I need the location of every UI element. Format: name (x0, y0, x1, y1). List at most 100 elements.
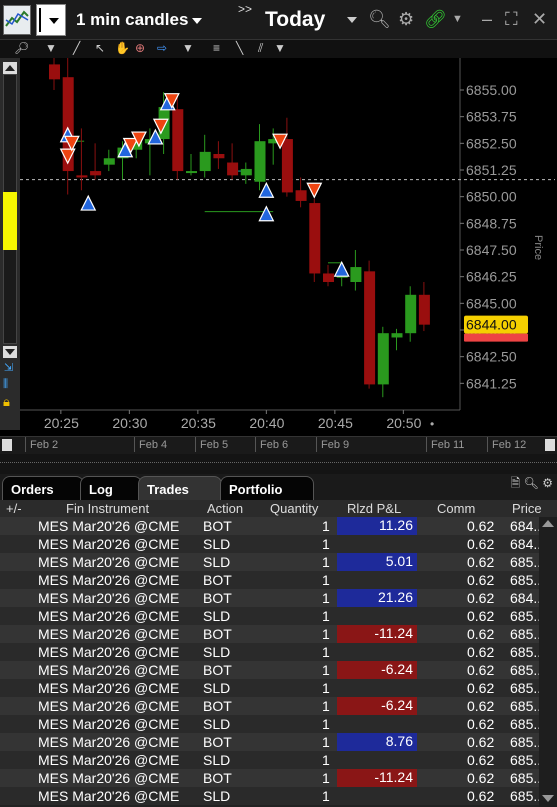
table-row[interactable]: MES Mar20'26 @CME SLD 1 0.62 685... (0, 787, 557, 805)
chevron-down-icon[interactable]: ▼ (45, 41, 57, 55)
tab-trades[interactable]: Trades (138, 476, 222, 500)
table-row[interactable]: MES Mar20'26 @CME BOT 1 -6.24 0.62 685... (0, 697, 557, 715)
gear-icon[interactable]: ⚙ (542, 476, 553, 490)
date-navigator[interactable]: Feb 2 Feb 4 Feb 5 Feb 6 Feb 9 Feb 11 Feb… (0, 436, 557, 454)
scroll-down-button[interactable] (3, 346, 17, 358)
cell-instrument: MES Mar20'26 @CME (38, 590, 180, 606)
cell-action: SLD (203, 644, 231, 660)
scroll-right-button[interactable] (545, 439, 555, 451)
cell-commission: 0.62 (467, 752, 495, 768)
pointer-tool-icon[interactable]: ↖ (95, 41, 105, 55)
chevron-down-icon (192, 17, 203, 24)
table-row[interactable]: MES Mar20'26 @CME SLD 1 0.62 685... (0, 751, 557, 769)
cell-action: BOT (203, 698, 232, 714)
cell-realized-pnl: 5.01 (337, 553, 417, 571)
maximize-icon[interactable]: ⛶ (505, 9, 518, 30)
cell-commission: 0.62 (467, 572, 495, 588)
trendline-icon[interactable]: ╲ (236, 41, 243, 55)
cell-quantity: 1 (322, 680, 330, 696)
tab-log[interactable]: Log (80, 476, 142, 500)
period-arrows-icon[interactable]: >> (238, 2, 252, 16)
search-icon[interactable]: 🔍︎ (524, 476, 539, 490)
column-header-action[interactable]: Action (207, 501, 243, 516)
cell-instrument: MES Mar20'26 @CME (38, 626, 180, 642)
panel-splitter[interactable] (0, 454, 557, 474)
fibonacci-icon[interactable]: ≡ (213, 41, 220, 55)
export-icon[interactable]: 🗎︎ (511, 476, 521, 490)
cell-commission: 0.62 (467, 626, 495, 642)
table-row[interactable]: MES Mar20'26 @CME SLD 1 0.62 685... (0, 643, 557, 661)
table-row[interactable]: MES Mar20'26 @CME BOT 1 -6.24 0.62 685... (0, 661, 557, 679)
chevron-down-icon[interactable] (347, 17, 357, 23)
table-row[interactable]: MES Mar20'26 @CME BOT 1 0.62 685... (0, 571, 557, 589)
column-header-pnl[interactable]: Rlzd P&L (347, 501, 401, 516)
gear-icon[interactable]: ⚙ (398, 9, 414, 30)
interval-selector[interactable]: 1 min candles (76, 10, 203, 30)
table-row[interactable]: MES Mar20'26 @CME SLD 1 0.62 685... (0, 679, 557, 697)
candlestick-chart[interactable]: 6855.00 6853.75 6852.50 6851.25 6850.00 6848.… (20, 58, 557, 438)
table-row[interactable]: MES Mar20'26 @CME BOT 1 -11.24 0.62 685... (0, 625, 557, 643)
y-tick-label: 6841.25 (466, 375, 517, 391)
chart-app-icon[interactable] (3, 5, 31, 35)
period-selector[interactable]: Today (265, 8, 325, 32)
line-tool-icon[interactable]: ╱ (73, 41, 80, 55)
bars-icon[interactable]: ⫼ (3, 378, 8, 391)
arrow-tool-icon[interactable]: ⇨ (157, 41, 167, 55)
table-row[interactable]: MES Mar20'26 @CME SLD 1 0.62 685... (0, 715, 557, 733)
column-header-quantity[interactable]: Quantity (270, 501, 318, 516)
table-scrollbar[interactable] (539, 517, 557, 807)
candle-body (199, 151, 211, 172)
scroll-left-button[interactable] (2, 439, 12, 451)
y-tick-label: 6847.50 (466, 242, 517, 258)
text-cursor-icon (39, 8, 41, 32)
splitter-grip (0, 462, 557, 463)
scroll-up-button[interactable] (3, 62, 17, 74)
candle-body (172, 109, 184, 172)
cell-realized-pnl (337, 535, 417, 553)
crosshair-icon[interactable]: ⊕ (135, 41, 145, 55)
column-header-price[interactable]: Price (512, 501, 542, 516)
chart-canvas[interactable]: 6855.00 6853.75 6852.50 6851.25 6850.00 6848.… (20, 58, 557, 438)
cell-action: SLD (203, 716, 231, 732)
x-tick-label: 20:40 (249, 415, 284, 431)
scroll-thumb[interactable] (3, 192, 17, 250)
timeline-tick (316, 437, 317, 452)
table-row[interactable]: MES Mar20'26 @CME BOT 1 21.26 0.62 684... (0, 589, 557, 607)
channel-icon[interactable]: ⫽ (258, 41, 263, 56)
scroll-down-icon[interactable] (542, 795, 554, 802)
table-row[interactable]: MES Mar20'26 @CME BOT 1 8.76 0.62 685... (0, 733, 557, 751)
link-icon[interactable]: 🔗︎ (424, 9, 447, 30)
column-header-instrument[interactable]: Fin Instrument (66, 501, 149, 516)
color-group-selector[interactable] (36, 4, 66, 36)
cell-instrument: MES Mar20'26 @CME (38, 734, 180, 750)
cell-action: BOT (203, 590, 232, 606)
chat-search-icon[interactable]: 🔍︎ (368, 9, 391, 30)
table-row[interactable]: MES Mar20'26 @CME SLD 1 0.62 685... (0, 607, 557, 625)
hand-tool-icon[interactable]: ✋ (115, 41, 130, 55)
chevron-down-icon[interactable]: ▼ (182, 41, 194, 55)
tab-portfolio[interactable]: Portfolio (220, 476, 314, 500)
panel-settings-icons[interactable]: 🗎︎ 🔍︎ ⚙ (511, 474, 553, 495)
column-header-expand[interactable]: +/- (6, 501, 22, 516)
column-header-comm[interactable]: Comm (437, 501, 475, 516)
candle-body (323, 273, 334, 282)
lock-icon[interactable]: 🔒︎ (3, 394, 10, 410)
minimize-icon[interactable]: – (482, 9, 492, 30)
timeline-tick (195, 437, 196, 452)
table-row[interactable]: MES Mar20'26 @CME BOT 1 11.26 0.62 684... (0, 517, 557, 535)
table-row[interactable]: MES Mar20'26 @CME SLD 1 0.62 684... (0, 535, 557, 553)
y-tick-label: 6846.25 (466, 269, 517, 285)
close-icon[interactable]: ✕ (532, 9, 547, 30)
table-row[interactable]: MES Mar20'26 @CME BOT 1 -11.24 0.62 685... (0, 769, 557, 787)
tab-orders[interactable]: Orders (2, 476, 84, 500)
chevron-down-icon[interactable]: ▼ (452, 13, 463, 25)
current-price-label: 6844.00 (466, 317, 517, 333)
table-row[interactable]: MES Mar20'26 @CME SLD 1 5.01 0.62 685... (0, 553, 557, 571)
candle-body (418, 294, 430, 325)
scroll-up-icon[interactable] (542, 520, 554, 527)
chevron-down-icon[interactable]: ▼ (274, 41, 286, 55)
zoom-fit-icon[interactable]: ⇲ (4, 361, 13, 374)
zoom-icon[interactable]: 🔎︎ (14, 41, 29, 55)
timeline-label: Feb 11 (431, 439, 465, 451)
cell-quantity: 1 (322, 590, 330, 606)
